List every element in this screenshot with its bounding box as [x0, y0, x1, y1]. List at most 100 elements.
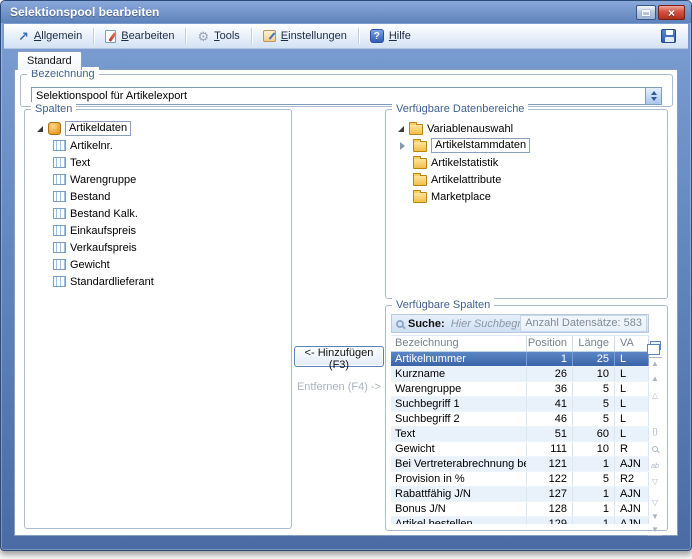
tree-item-label: Bestand	[70, 191, 110, 203]
grid-body: Artikelnummer125LKurzname2610LWarengrupp…	[391, 352, 649, 524]
move-top-icon[interactable]: ▲	[648, 357, 662, 369]
table-row[interactable]: Artikel bestellen1291AJN	[391, 517, 649, 524]
table-row[interactable]: Gewicht11110R	[391, 442, 649, 457]
table-cell: Suchbegriff 2	[391, 412, 527, 426]
column-header[interactable]: Position	[527, 336, 573, 351]
combobox-dropdown-button[interactable]	[645, 88, 661, 104]
toolbar-button-hilfe[interactable]: ?Hilfe	[362, 26, 419, 47]
table-row[interactable]: Bei Vertreterabrechnung berücksichtige12…	[391, 457, 649, 472]
move-bottom-icon[interactable]: ▼	[648, 524, 662, 536]
table-cell: L	[615, 412, 649, 426]
tree-item-artikeldaten[interactable]: Artikeldaten	[29, 120, 287, 137]
column-chooser-icon-glyph	[650, 341, 661, 350]
tree-item[interactable]: Gewicht	[29, 256, 287, 273]
tree-item[interactable]: Bestand	[29, 188, 287, 205]
tree-item[interactable]: Standardlieferant	[29, 273, 287, 290]
column-header[interactable]: Bezeichnung	[391, 336, 527, 351]
datenbereiche-tree: VariablenauswahlArtikelstammdatenArtikel…	[390, 120, 663, 294]
close-button[interactable]	[658, 5, 685, 20]
tree-item[interactable]: Artikelstatistik	[390, 154, 663, 171]
tree-item-label: Artikelnr.	[70, 140, 113, 152]
column-header[interactable]: Länge	[573, 336, 615, 351]
search-icon-glyph	[652, 446, 658, 452]
table-icon	[53, 191, 66, 202]
page-down-icon[interactable]: ▽	[648, 497, 662, 509]
tree-item-label: Verkaufspreis	[70, 242, 137, 254]
page-up-icon[interactable]: △	[648, 390, 662, 402]
tree-item[interactable]: Bestand Kalk.	[29, 205, 287, 222]
table-row[interactable]: Artikelnummer125L	[391, 352, 649, 367]
table-icon	[53, 208, 66, 219]
tree-item-label: Standardlieferant	[70, 276, 154, 288]
tree-item[interactable]: Artikelnr.	[29, 137, 287, 154]
tree-item[interactable]: Verkaufspreis	[29, 239, 287, 256]
table-cell: Artikelnummer	[391, 352, 527, 366]
maximize-icon	[642, 10, 650, 16]
column-chooser-icon[interactable]	[648, 339, 662, 351]
caption-buttons	[636, 5, 685, 20]
search-icon	[396, 320, 404, 328]
spalten-group: Spalten ArtikeldatenArtikelnr.TextWareng…	[24, 109, 292, 529]
toolbar-button-tools[interactable]: ⚙Tools	[189, 26, 247, 47]
tree-item[interactable]: Warengruppe	[29, 171, 287, 188]
bezeichnung-group: Bezeichnung Selektionspool für Artikelex…	[20, 74, 673, 107]
move-up-icon[interactable]: ▲	[648, 373, 662, 385]
tree-item[interactable]: Artikelattribute	[390, 171, 663, 188]
window-title: Selektionspool bearbeiten	[10, 5, 159, 19]
table-cell: 41	[527, 397, 573, 411]
table-row[interactable]: Warengruppe365L	[391, 382, 649, 397]
tab-standard[interactable]: Standard	[17, 51, 82, 70]
toolbar-button-label: Hilfe	[389, 30, 411, 42]
toolbar-separator	[185, 28, 186, 44]
table-cell: Bonus J/N	[391, 502, 527, 516]
titlebar: Selektionspool bearbeiten	[1, 1, 691, 23]
brackets-icon[interactable]: {}	[648, 426, 662, 438]
table-cell: 10	[573, 442, 615, 456]
table-cell: AJN	[615, 457, 649, 471]
tree-item[interactable]: Marketplace	[390, 188, 663, 205]
tree-item-variablenauswahl[interactable]: Variablenauswahl	[390, 120, 663, 137]
table-cell: 10	[573, 367, 615, 381]
floppy-disk-icon save-button[interactable]	[661, 29, 676, 43]
rename-icon[interactable]: ab	[648, 460, 662, 472]
toolbar-button-einstellungen[interactable]: Einstellungen	[255, 26, 355, 47]
expander-expanded-icon[interactable]	[37, 126, 43, 132]
table-row[interactable]: Suchbegriff 1415L	[391, 397, 649, 412]
move-down-icon[interactable]: ▼	[648, 511, 662, 523]
filter-icon[interactable]: ▽	[648, 476, 662, 488]
table-cell: L	[615, 427, 649, 441]
bezeichnung-combobox[interactable]: Selektionspool für Artikelexport	[31, 87, 662, 105]
bezeichnung-combobox-value: Selektionspool für Artikelexport	[32, 88, 645, 104]
search-bar[interactable]: Suche: Hier Suchbegriff einge Anzahl Dat…	[391, 314, 649, 333]
tree-item[interactable]: Artikelstammdaten	[390, 137, 663, 154]
table-icon	[53, 276, 66, 287]
table-row[interactable]: Text5160L	[391, 427, 649, 442]
toolbar-button-allgemein[interactable]: ↗Allgemein	[10, 26, 90, 47]
table-cell: L	[615, 367, 649, 381]
table-cell: L	[615, 397, 649, 411]
table-row[interactable]: Provision in %1225R2	[391, 472, 649, 487]
table-row[interactable]: Kurzname2610L	[391, 367, 649, 382]
expander-expanded-icon[interactable]	[398, 126, 404, 132]
table-row[interactable]: Bonus J/N1281AJN	[391, 502, 649, 517]
toolbar-button-label: Tools	[214, 30, 240, 42]
expander-collapsed-icon[interactable]	[400, 142, 409, 150]
maximize-button[interactable]	[636, 5, 656, 20]
record-count: Anzahl Datensätze: 583	[520, 315, 647, 332]
table-cell: 26	[527, 367, 573, 381]
add-button[interactable]: <- Hinzufügen (F3)	[294, 346, 384, 367]
table-icon	[53, 242, 66, 253]
search-icon[interactable]	[648, 443, 662, 455]
table-row[interactable]: Rabattfähig J/N1271AJN	[391, 487, 649, 502]
table-cell: 122	[527, 472, 573, 486]
table-row[interactable]: Suchbegriff 2465L	[391, 412, 649, 427]
toolbar-button-bearbeiten[interactable]: Bearbeiten	[97, 26, 182, 47]
folder-icon	[409, 124, 423, 135]
tree-item[interactable]: Einkaufspreis	[29, 222, 287, 239]
column-header[interactable]: VA	[615, 336, 649, 351]
verfuegbare-spalten-group: Verfügbare Spalten Suche: Hier Suchbegri…	[385, 305, 668, 531]
tree-item[interactable]: Text	[29, 154, 287, 171]
search-input[interactable]: Hier Suchbegriff einge	[451, 318, 521, 330]
table-cell: 1	[573, 517, 615, 524]
settings-form-icon	[263, 30, 276, 42]
